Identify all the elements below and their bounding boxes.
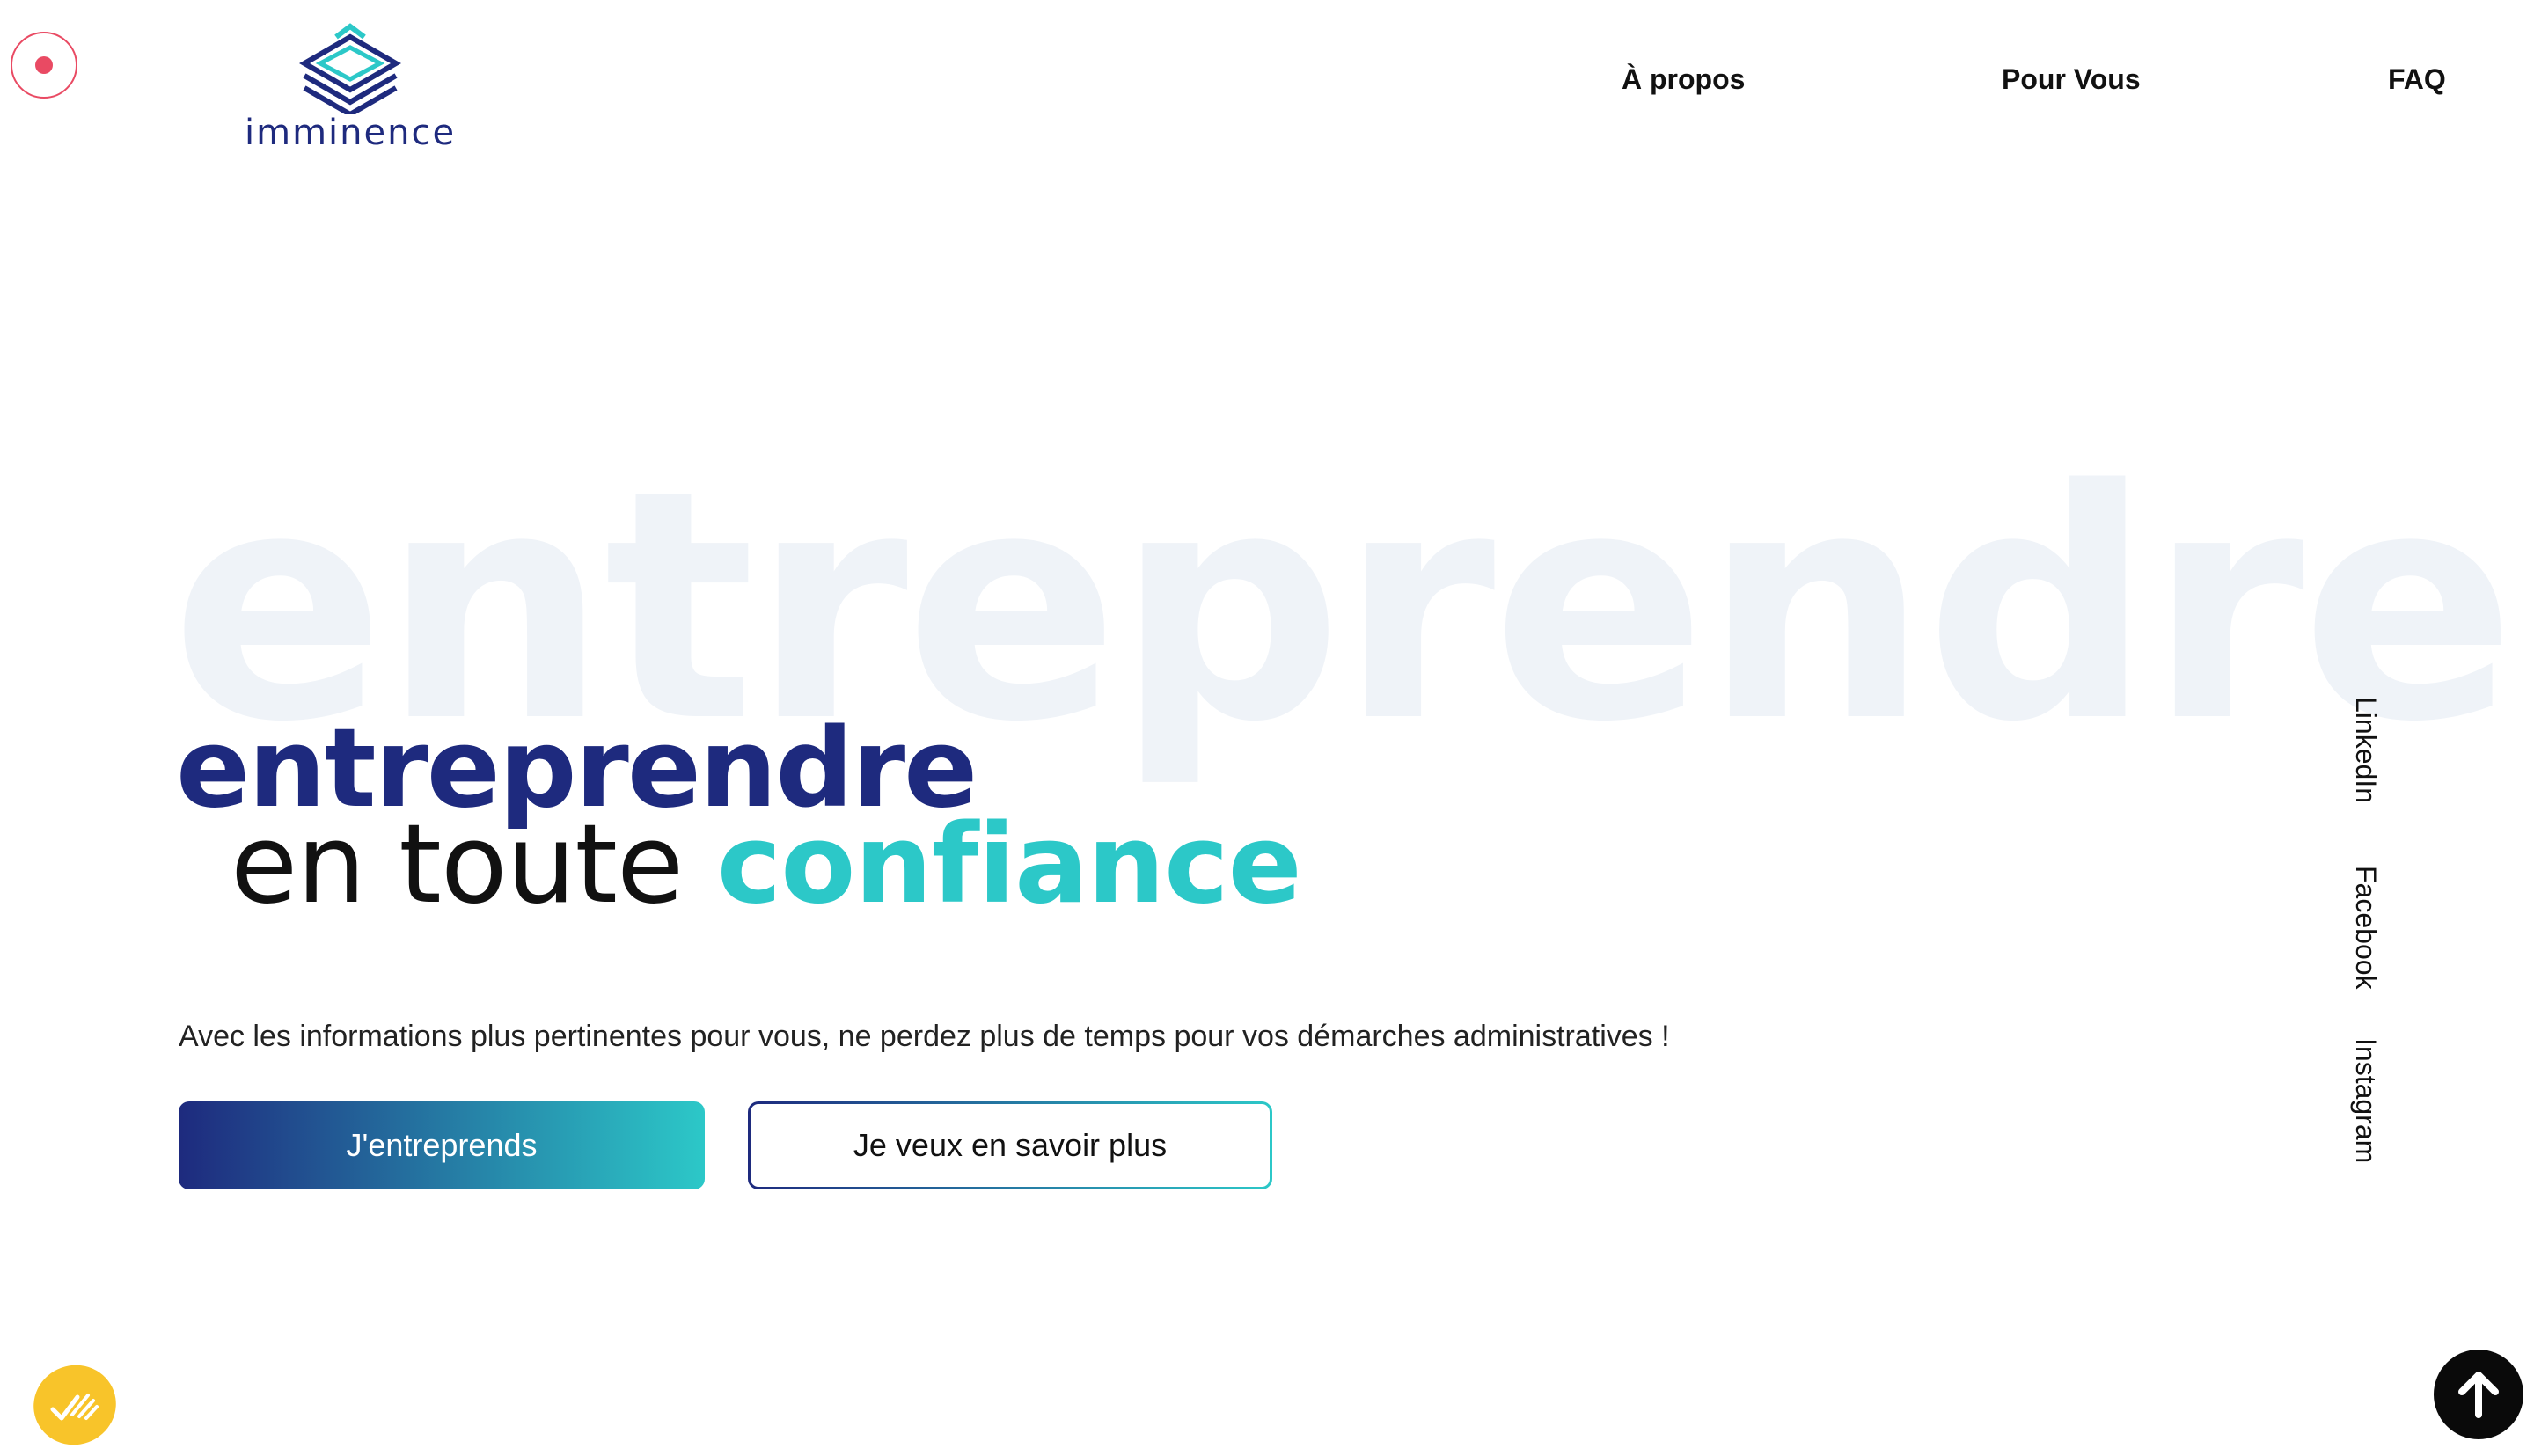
scroll-to-top-button[interactable] <box>2434 1350 2523 1439</box>
nav-item-a-propos[interactable]: À propos <box>1622 63 1745 96</box>
chat-widget-button[interactable] <box>22 1353 128 1456</box>
hero-headline-line2: en toute confiance <box>231 799 1302 931</box>
main-nav: À propos Pour Vous FAQ <box>0 63 2534 107</box>
learn-more-button[interactable]: Je veux en savoir plus <box>748 1101 1272 1189</box>
arrow-up-icon <box>2458 1372 2499 1418</box>
nav-item-faq[interactable]: FAQ <box>2388 63 2446 96</box>
learn-more-button-label: Je veux en savoir plus <box>751 1104 1270 1187</box>
nav-item-pour-vous[interactable]: Pour Vous <box>2002 63 2141 96</box>
hero-subtitle: Avec les informations plus pertinentes p… <box>179 1020 1670 1053</box>
social-link-linkedin[interactable]: LinkedIn <box>2349 697 2382 803</box>
chat-check-icon <box>50 1394 99 1421</box>
hero-headline-accent: confiance <box>716 801 1302 928</box>
j-entreprends-button[interactable]: J'entreprends <box>179 1101 705 1189</box>
hero-headline-plain: en toute <box>231 801 717 928</box>
social-link-instagram[interactable]: Instagram <box>2349 1038 2382 1163</box>
social-link-facebook[interactable]: Facebook <box>2349 866 2382 990</box>
logo-text: imminence <box>245 113 457 153</box>
